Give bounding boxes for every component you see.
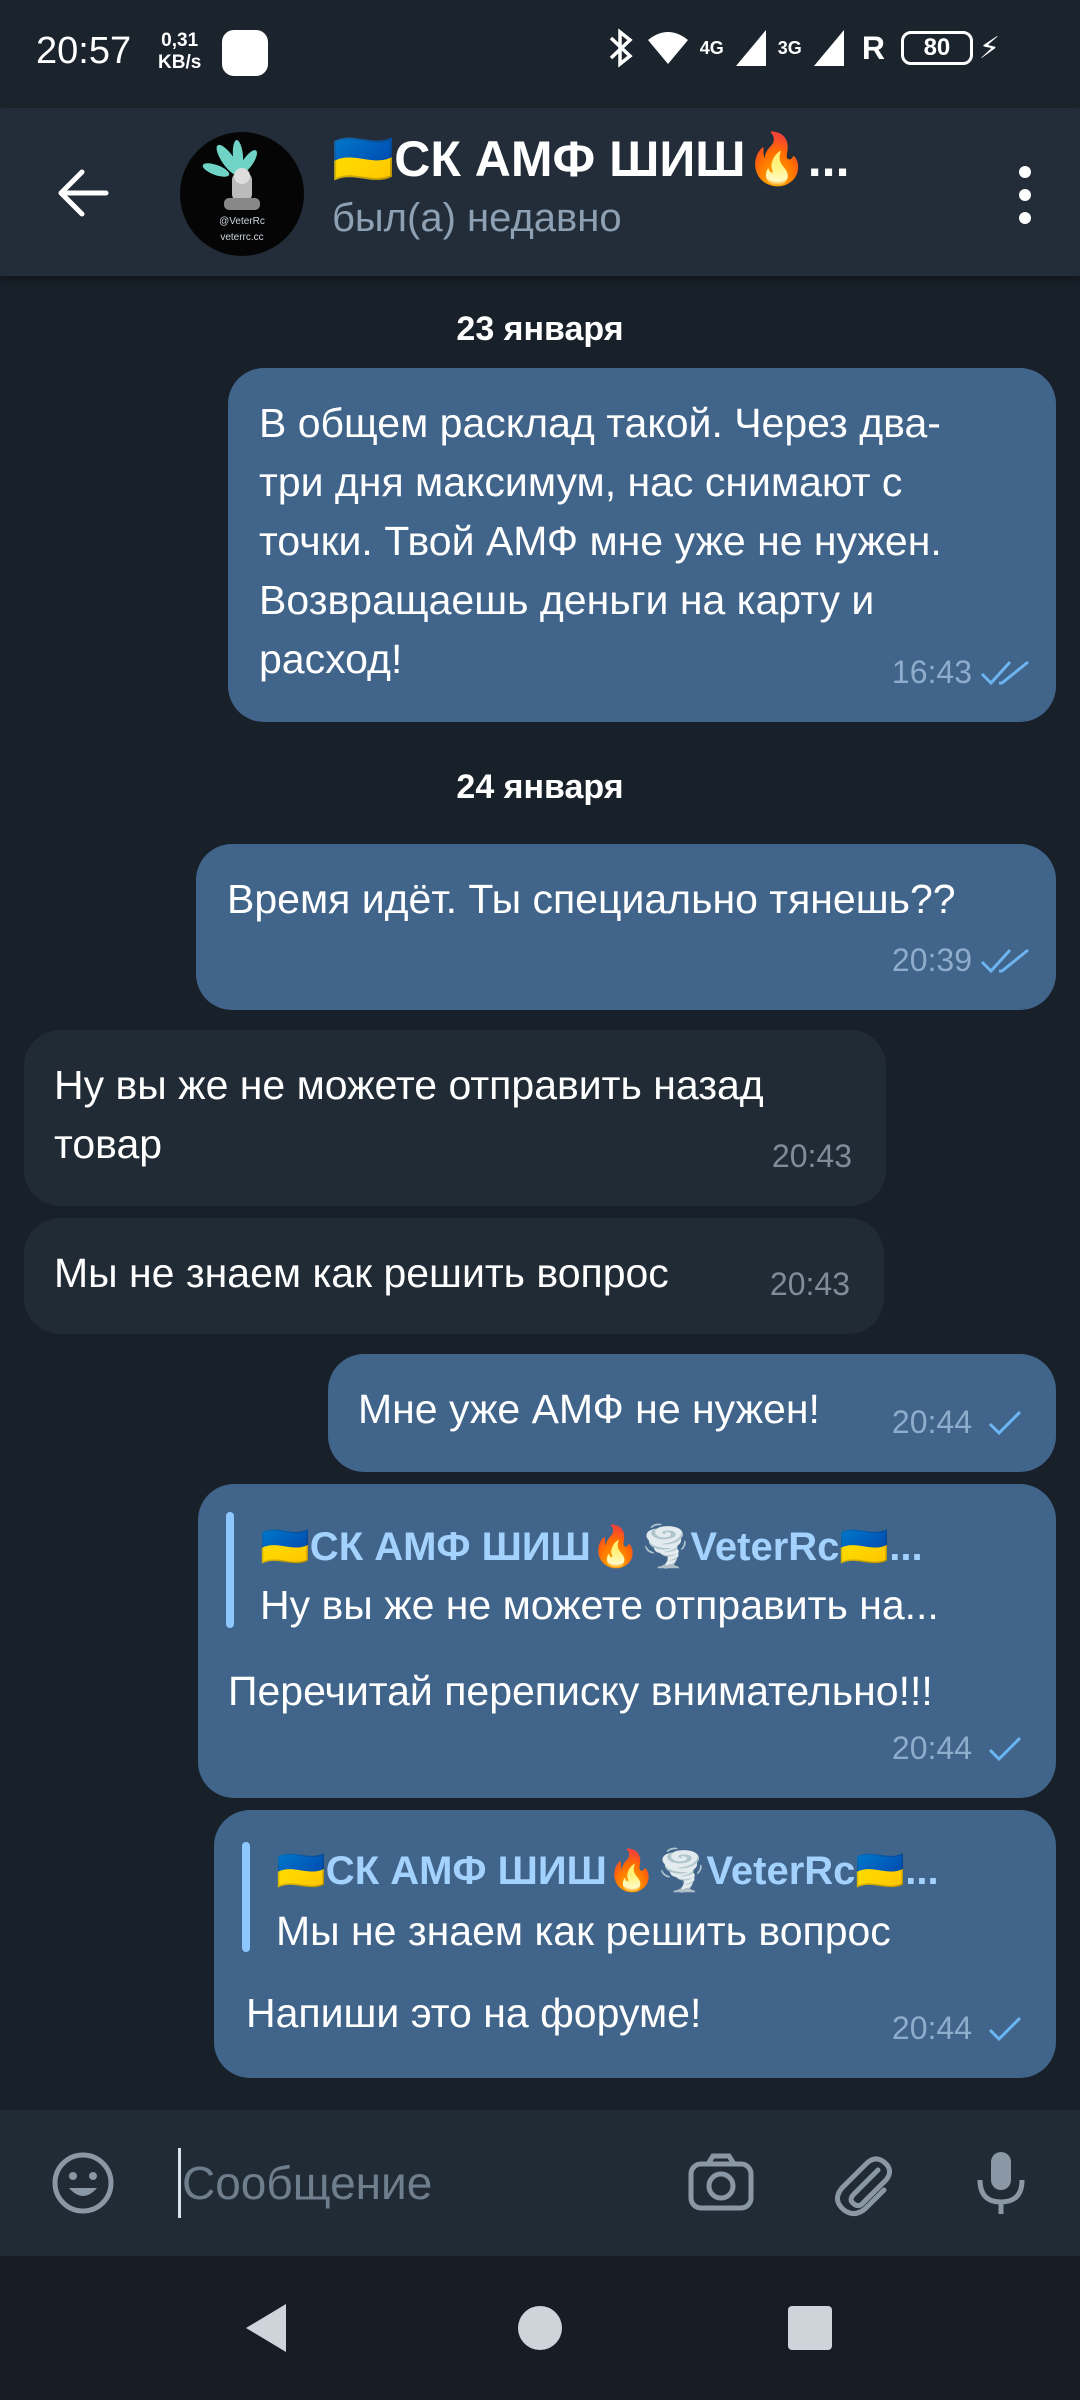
date-separator: 24 января <box>456 768 624 806</box>
status-bar: 20:57 0,31 KB/s 4G 3G R 80 ⚡ <box>0 0 1080 108</box>
message-time: 20:43 <box>769 1266 850 1302</box>
reply-author[interactable]: 🇺🇦СК АМФ ШИШ🔥🌪️VeterRc🇺🇦... <box>276 1842 939 1901</box>
wifi-icon <box>647 32 688 64</box>
message-input[interactable]: Сообщение <box>182 2156 432 2210</box>
message-line: Возвращаешь деньги на карту и <box>259 577 875 623</box>
message-time: 20:44 <box>891 2010 972 2046</box>
double-check-icon <box>980 660 1029 685</box>
message-line: Напиши это на форуме! <box>246 1990 702 2036</box>
notification-icon <box>222 30 268 76</box>
chat-title[interactable]: 🇺🇦СК АМФ ШИШ🔥... <box>332 130 849 189</box>
message-time: 20:43 <box>771 1138 852 1174</box>
message-line: Мы не знаем как решить вопрос <box>54 1250 669 1296</box>
message-meta: 20:44 <box>892 1999 1030 2058</box>
message-input-bar: Сообщение <box>0 2110 1080 2256</box>
avatar-caption-link: veterrc.cc <box>220 232 264 243</box>
signal-3g-icon <box>813 30 844 66</box>
message-bubble-incoming[interactable]: Мы не знаем как решить вопрос 20:43 <box>24 1218 884 1334</box>
battery-icon: 80 <box>900 31 973 65</box>
date-separator: 23 января <box>456 310 624 348</box>
message-meta: 20:44 <box>892 1719 1030 1778</box>
status-time: 20:57 <box>36 30 132 72</box>
message-time: 20:39 <box>891 942 972 978</box>
signal-4g-label: 4G <box>699 37 724 58</box>
emoji-icon[interactable] <box>48 2148 118 2218</box>
reply-preview[interactable]: Мы не знаем как решить вопрос <box>276 1902 891 1961</box>
message-text: Напиши это на форуме! <box>246 1984 701 2043</box>
signal-3g-label: 3G <box>777 37 802 58</box>
message-line: три дня максимум, нас снимают с <box>259 459 903 505</box>
message-text: Время идёт. Ты специально тянешь?? <box>227 870 956 929</box>
message-time: 16:43 <box>891 654 972 690</box>
chat-header: @VeterRc veterrc.cc 🇺🇦СК АМФ ШИШ🔥... был… <box>0 108 1080 276</box>
message-bubble-incoming[interactable]: Ну вы же не можете отправить назад товар… <box>24 1030 886 1206</box>
message-text: Перечитай переписку внимательно!!! <box>228 1662 933 1721</box>
message-bubble-outgoing[interactable]: 🇺🇦СК АМФ ШИШ🔥🌪️VeterRc🇺🇦... Мы не знаем … <box>214 1810 1056 2078</box>
message-line: Перечитай переписку внимательно!!! <box>228 1668 933 1714</box>
double-check-icon <box>980 948 1029 973</box>
chat-status: был(а) недавно <box>332 196 622 240</box>
reply-preview[interactable]: Ну вы же не можете отправить на... <box>260 1576 939 1635</box>
message-line: точки. Твой АМФ мне уже не нужен. <box>259 518 942 564</box>
message-text: Мне уже АМФ не нужен! <box>358 1380 820 1439</box>
status-icons: 4G 3G R 80 ⚡ <box>606 28 1000 68</box>
message-time: 20:44 <box>891 1730 972 1766</box>
network-speed: 0,31 KB/s <box>158 30 201 74</box>
message-line: Ну вы же не можете отправить назад <box>54 1062 764 1108</box>
roaming-indicator: R <box>861 29 885 66</box>
avatar-caption: @VeterRc <box>219 216 265 227</box>
nav-recents-icon[interactable] <box>780 2298 840 2358</box>
text-cursor <box>178 2148 181 2218</box>
message-time: 20:44 <box>891 1404 972 1440</box>
message-meta: 16:43 <box>892 643 1030 702</box>
check-icon <box>988 2016 1022 2041</box>
signal-4g-icon <box>735 30 766 66</box>
message-bubble-outgoing[interactable]: Мне уже АМФ не нужен! 20:44 <box>328 1354 1056 1472</box>
message-line: товар <box>54 1121 163 1167</box>
microphone-icon[interactable] <box>966 2148 1036 2218</box>
system-nav-bar <box>0 2256 1080 2400</box>
nav-home-icon[interactable] <box>510 2298 570 2358</box>
camera-icon[interactable] <box>686 2148 756 2218</box>
bluetooth-icon <box>609 28 633 68</box>
back-arrow-icon[interactable] <box>50 158 120 228</box>
message-meta: 20:43 <box>770 1255 850 1314</box>
message-text: Мы не знаем как решить вопрос <box>54 1244 669 1303</box>
reply-author[interactable]: 🇺🇦СК АМФ ШИШ🔥🌪️VeterRc🇺🇦... <box>260 1518 923 1577</box>
more-vert-icon[interactable] <box>1000 160 1050 230</box>
network-speed-value: 0,31 <box>161 30 199 51</box>
check-icon <box>988 1736 1022 1761</box>
message-line: Время идёт. Ты специально тянешь?? <box>227 876 956 922</box>
avatar[interactable]: @VeterRc veterrc.cc <box>180 132 304 256</box>
network-speed-unit: KB/s <box>158 52 202 73</box>
charging-icon: ⚡ <box>978 31 1000 65</box>
message-line: Мне уже АМФ не нужен! <box>358 1386 820 1432</box>
message-text: В общем расклад такой. Через два- три дн… <box>259 394 942 689</box>
message-bubble-outgoing[interactable]: 🇺🇦СК АМФ ШИШ🔥🌪️VeterRc🇺🇦... Ну вы же не … <box>198 1484 1056 1798</box>
message-bubble-outgoing[interactable]: В общем расклад такой. Через два- три дн… <box>228 368 1056 722</box>
message-meta: 20:43 <box>772 1127 852 1186</box>
message-line: расход! <box>259 636 403 682</box>
battery-level: 80 <box>923 34 951 61</box>
reply-quote-bar <box>226 1512 234 1628</box>
message-text: Ну вы же не можете отправить назад товар <box>54 1056 764 1174</box>
message-bubble-outgoing[interactable]: Время идёт. Ты специально тянешь?? 20:39 <box>196 844 1056 1010</box>
message-line: В общем расклад такой. Через два- <box>259 400 941 446</box>
check-icon <box>988 1410 1022 1435</box>
nav-back-icon[interactable] <box>238 2298 298 2358</box>
reply-quote-bar <box>242 1842 250 1952</box>
attach-icon[interactable] <box>828 2148 898 2218</box>
message-meta: 20:39 <box>892 931 1030 990</box>
message-meta: 20:44 <box>892 1393 1030 1452</box>
